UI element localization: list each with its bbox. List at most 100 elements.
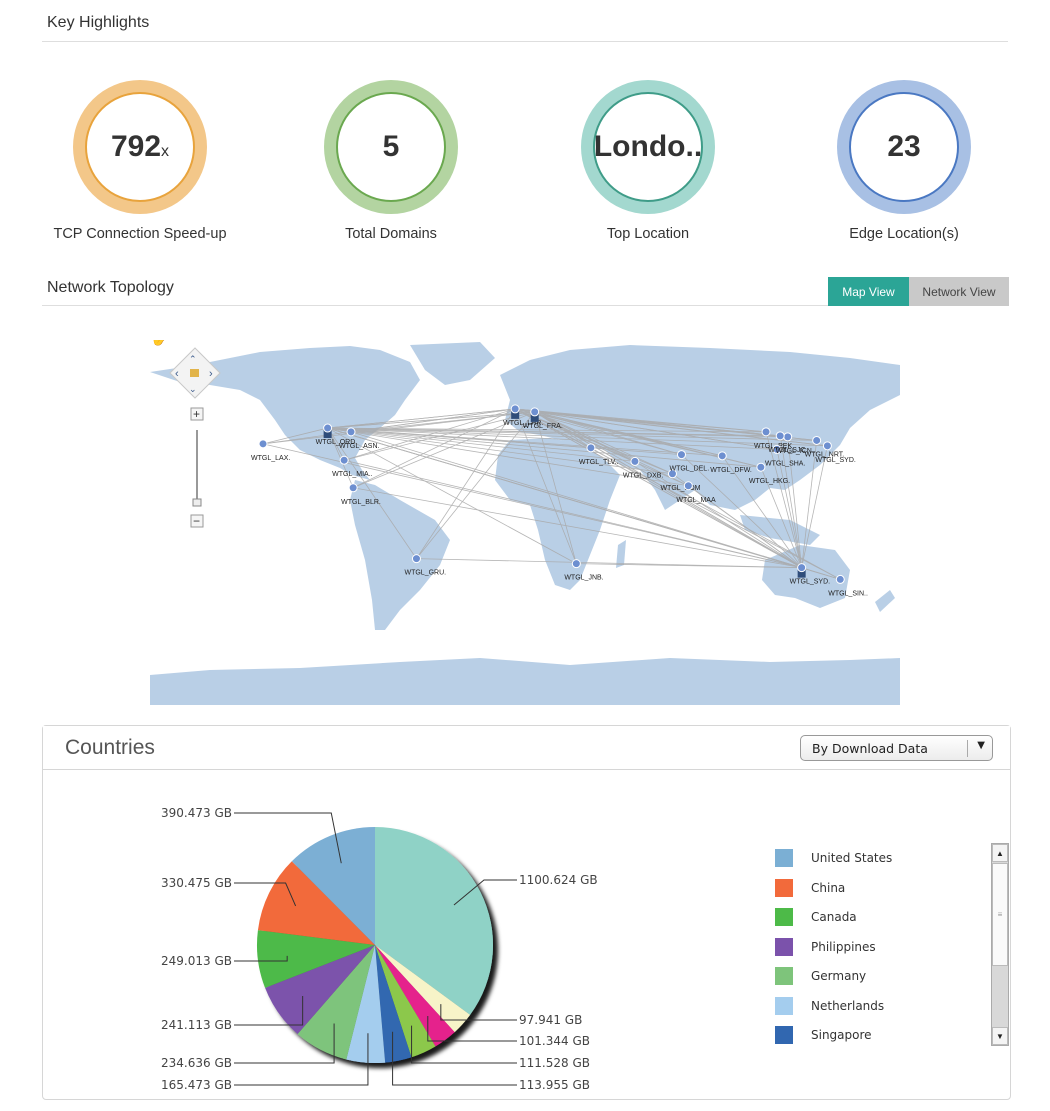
node-marker[interactable] xyxy=(683,481,693,491)
arrow-down-icon: ▼ xyxy=(996,1031,1004,1041)
dropdown-separator xyxy=(967,740,968,757)
legend-label: Singapore xyxy=(811,1028,872,1042)
legend-item[interactable]: Canada xyxy=(775,908,857,926)
zoom-slider-handle[interactable] xyxy=(192,498,202,507)
kpi-label: TCP Connection Speed-up xyxy=(53,226,227,242)
node-marker[interactable] xyxy=(761,427,771,437)
legend-label: China xyxy=(811,880,846,895)
node-marker[interactable] xyxy=(586,443,596,453)
metric-dropdown[interactable]: By Download Data ▼ xyxy=(800,735,993,761)
node-label: WTGL_DXB. xyxy=(623,472,664,479)
pie-data-label: 1100.624 GB xyxy=(519,873,598,887)
arrow-up-icon: ▲ xyxy=(996,848,1004,858)
node-label: WTGL_JNB. xyxy=(564,575,603,582)
node-label: WTGL_SHA. xyxy=(765,460,806,467)
node-marker[interactable] xyxy=(348,483,358,493)
kpi-top-location: Londo.. Top Location xyxy=(548,80,748,242)
legend-scrollbar[interactable]: ▲ ≡ ▼ xyxy=(991,843,1009,1046)
node-label: WTGL_DFW. xyxy=(710,467,752,474)
pan-up-icon[interactable]: ⌃ xyxy=(189,354,197,364)
zoom-out-icon[interactable]: − xyxy=(193,514,200,528)
legend-item[interactable]: China xyxy=(775,878,846,897)
legend-label: Netherlands xyxy=(811,998,885,1013)
node-marker[interactable] xyxy=(756,462,766,472)
node-marker[interactable] xyxy=(783,432,793,442)
pie-data-label: 249.013 GB xyxy=(161,954,232,968)
hand-icon[interactable]: ✋ xyxy=(150,340,167,346)
kpi-value: Londo.. xyxy=(593,130,703,163)
node-label: WTGL_GRU. xyxy=(404,570,446,577)
node-label: WTGL_BOM xyxy=(660,485,700,492)
zoom-control[interactable]: + − xyxy=(190,407,204,528)
node-label: WTGL_TLV.. xyxy=(579,459,619,466)
pan-down-icon[interactable]: ⌄ xyxy=(189,384,197,394)
node-label: WTGL_SJC. xyxy=(768,447,807,454)
node-marker[interactable] xyxy=(346,427,356,437)
legend-label: Canada xyxy=(811,910,857,924)
node-marker[interactable] xyxy=(339,455,349,465)
kpi-label: Total Domains xyxy=(345,226,437,242)
node-label: WTGL_ASN. xyxy=(339,443,380,450)
pan-left-icon[interactable]: ‹ xyxy=(175,368,179,380)
node-marker[interactable] xyxy=(676,450,686,460)
node-label: WTGL_BLR. xyxy=(341,499,381,506)
scroll-thumb[interactable]: ≡ xyxy=(992,863,1008,966)
legend-swatch xyxy=(775,908,793,926)
pan-right-icon[interactable]: › xyxy=(209,368,213,380)
legend-swatch xyxy=(775,1026,793,1044)
scroll-down-button[interactable]: ▼ xyxy=(992,1027,1008,1045)
node-label: WTGL_MIA.. xyxy=(332,471,373,478)
countries-pie-chart: 1100.624 GB 97.941 GB 101.344 GB 111.528 GB… xyxy=(161,806,598,1092)
kpi-ring: Londo.. xyxy=(581,80,715,214)
node-marker[interactable] xyxy=(797,563,807,573)
node-marker[interactable] xyxy=(571,559,581,569)
legend-swatch xyxy=(775,937,793,956)
key-highlights-title: Key Highlights xyxy=(47,14,150,31)
node-label: WTGL_DEL. xyxy=(669,466,709,473)
zoom-in-icon[interactable]: + xyxy=(193,407,200,421)
divider xyxy=(42,41,1008,42)
node-marker[interactable] xyxy=(717,451,727,461)
pie-data-label: 165.473 GB xyxy=(161,1078,232,1092)
node-marker[interactable] xyxy=(822,441,832,451)
kpi-ring: 23 xyxy=(837,80,971,214)
map-view-button[interactable]: Map View xyxy=(828,277,909,306)
node-marker[interactable] xyxy=(411,554,421,564)
chevron-down-icon[interactable]: ▼ xyxy=(977,740,985,751)
node-marker[interactable] xyxy=(835,574,845,584)
pan-control[interactable]: ✋ ⌃ ‹ › ⌄ xyxy=(150,340,221,399)
pie-data-label: 330.475 GB xyxy=(161,876,232,890)
legend-item[interactable]: Germany xyxy=(775,967,866,985)
node-marker[interactable] xyxy=(530,407,540,417)
network-view-button[interactable]: Network View xyxy=(909,277,1009,306)
legend-swatch xyxy=(775,878,793,897)
node-label: WTGL_LAX. xyxy=(251,455,290,462)
legend-item[interactable]: United States xyxy=(775,849,892,867)
node-marker[interactable] xyxy=(258,439,268,449)
kpi-value: 23 xyxy=(887,130,921,163)
node-marker[interactable] xyxy=(775,431,785,441)
greenland xyxy=(410,342,495,385)
legend-item[interactable]: Philippines xyxy=(775,937,876,956)
world-map[interactable]: WTGL_LAX.WTGL_ORDWTGL_ASN.WTGL_MIA..WTGL… xyxy=(150,340,900,705)
legend-item[interactable]: Singapore xyxy=(775,1026,872,1044)
node-marker[interactable] xyxy=(510,404,520,414)
home-icon[interactable] xyxy=(190,369,199,377)
pie-data-label: 113.955 GB xyxy=(519,1078,590,1092)
legend-label: Germany xyxy=(811,969,867,983)
node-label: WTGL_HKG. xyxy=(749,478,790,485)
panel-header: Countries By Download Data ▼ xyxy=(43,726,1010,770)
scroll-up-button[interactable]: ▲ xyxy=(992,844,1008,862)
node-label: WTGL_SYD. xyxy=(790,579,831,586)
pie-data-label: 101.344 GB xyxy=(519,1034,590,1048)
kpi-label: Top Location xyxy=(606,226,690,242)
pie-slices xyxy=(257,827,493,1063)
node-label: WTGL_SIN.. xyxy=(828,590,868,597)
legend-item[interactable]: Netherlands xyxy=(775,996,885,1015)
kpi-ring: 5 xyxy=(324,80,458,214)
node-marker[interactable] xyxy=(323,423,333,433)
grip-icon: ≡ xyxy=(997,910,1003,919)
network-topology-title: Network Topology xyxy=(47,279,174,296)
node-marker[interactable] xyxy=(812,435,822,445)
node-marker[interactable] xyxy=(630,456,640,466)
